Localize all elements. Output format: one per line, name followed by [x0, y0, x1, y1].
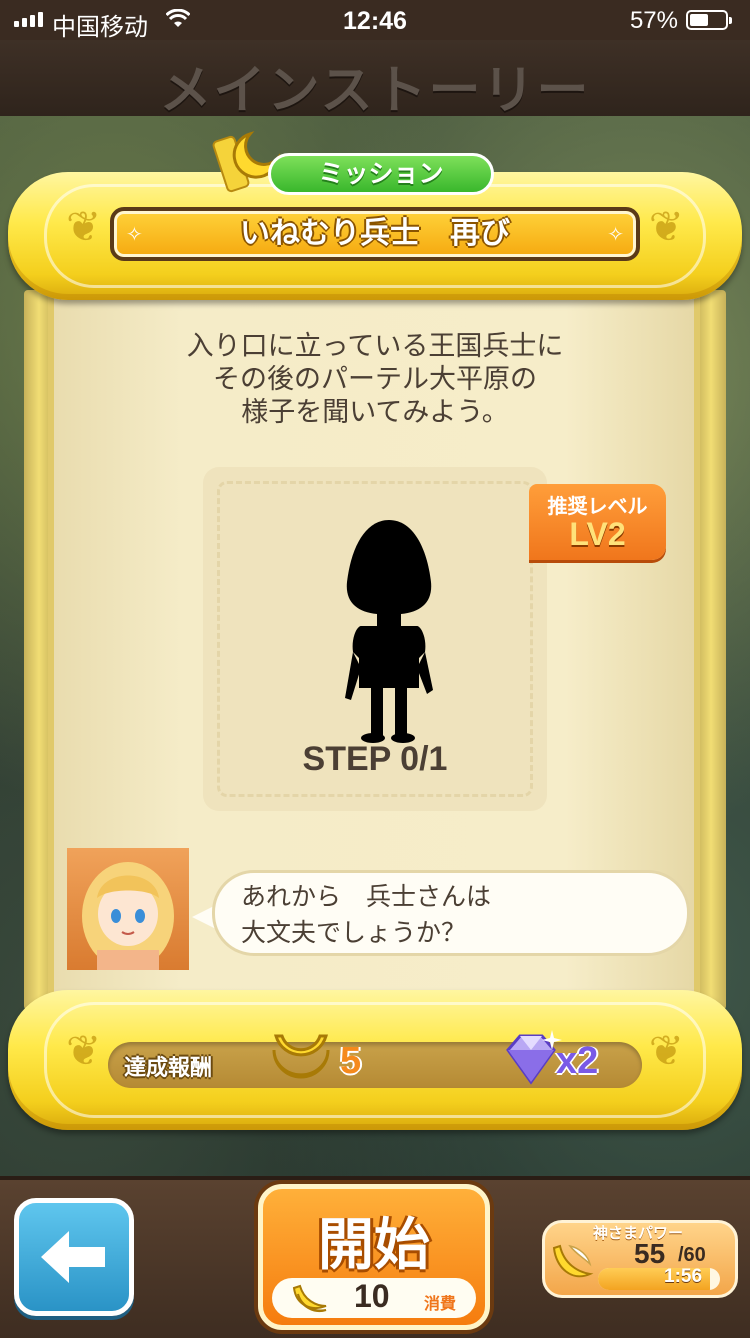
mission-tab: ミッション [268, 153, 494, 195]
page-title: メインストーリー [159, 61, 591, 121]
recommended-level-badge: 推奨レベル LV2 [529, 484, 666, 560]
status-bar: 中国移动 12:46 57% [0, 0, 750, 41]
description-line: 様子を聞いてみよう。 [241, 397, 509, 428]
flourish-icon: ❦ [648, 202, 684, 251]
cost-amount: 10 [354, 1278, 390, 1314]
battery-percent: 57% [629, 7, 678, 34]
title-bar: メインストーリー [0, 40, 750, 121]
recommended-level-label: 推奨レベル [547, 494, 648, 518]
banana-wing-icon [552, 1244, 594, 1278]
moon-icon [272, 1034, 330, 1079]
description-line: その後のパーテル大平原の [213, 364, 537, 395]
god-power-max: /60 [678, 1244, 706, 1266]
character-silhouette [345, 520, 433, 743]
flourish-icon: ❦ [66, 202, 102, 251]
moon-reward-amount: 5 [340, 1040, 362, 1082]
start-button-label[interactable]: 開始 [258, 1200, 490, 1281]
speech-bubble: あれから 兵士さんは 大文夫でしょうか？ [212, 870, 690, 956]
description-line: 入り口に立っている王国兵士に [186, 331, 564, 362]
flourish-icon: ❦ [66, 1026, 102, 1075]
back-button[interactable] [14, 1198, 134, 1316]
reward-label: 達成報酬 [124, 1056, 213, 1081]
recommended-level-value: LV2 [569, 516, 626, 552]
god-power-current: 55 [634, 1238, 666, 1269]
arrow-left-icon [41, 1231, 105, 1283]
princess-avatar [67, 848, 189, 970]
step-counter: STEP 0/1 [302, 740, 448, 778]
diamond-icon [506, 1030, 562, 1085]
scroll-rod-right [696, 290, 726, 1010]
ornament-icon: ✧ [607, 222, 624, 246]
gem-reward-amount: x2 [556, 1040, 599, 1082]
flourish-icon: ❦ [648, 1026, 684, 1075]
battery-icon [686, 10, 732, 30]
cost-unit: 消費 [424, 1294, 457, 1313]
mission-description: 入り口に立っている王国兵士に その後のパーテル大平原の 様子を聞いてみよう。 [120, 330, 630, 429]
mission-title: ✧ いねむり兵士 再び ✧ [110, 207, 640, 261]
ornament-icon: ✧ [126, 222, 143, 246]
god-power-timer: 1:56 [664, 1266, 703, 1287]
banana-icon [292, 1284, 327, 1312]
dialog-line: 大文夫でしょうか？ [241, 918, 467, 947]
dialog-line: あれから 兵士さんは [241, 882, 492, 911]
mission-title-text: いねむり兵士 再び [240, 216, 510, 251]
